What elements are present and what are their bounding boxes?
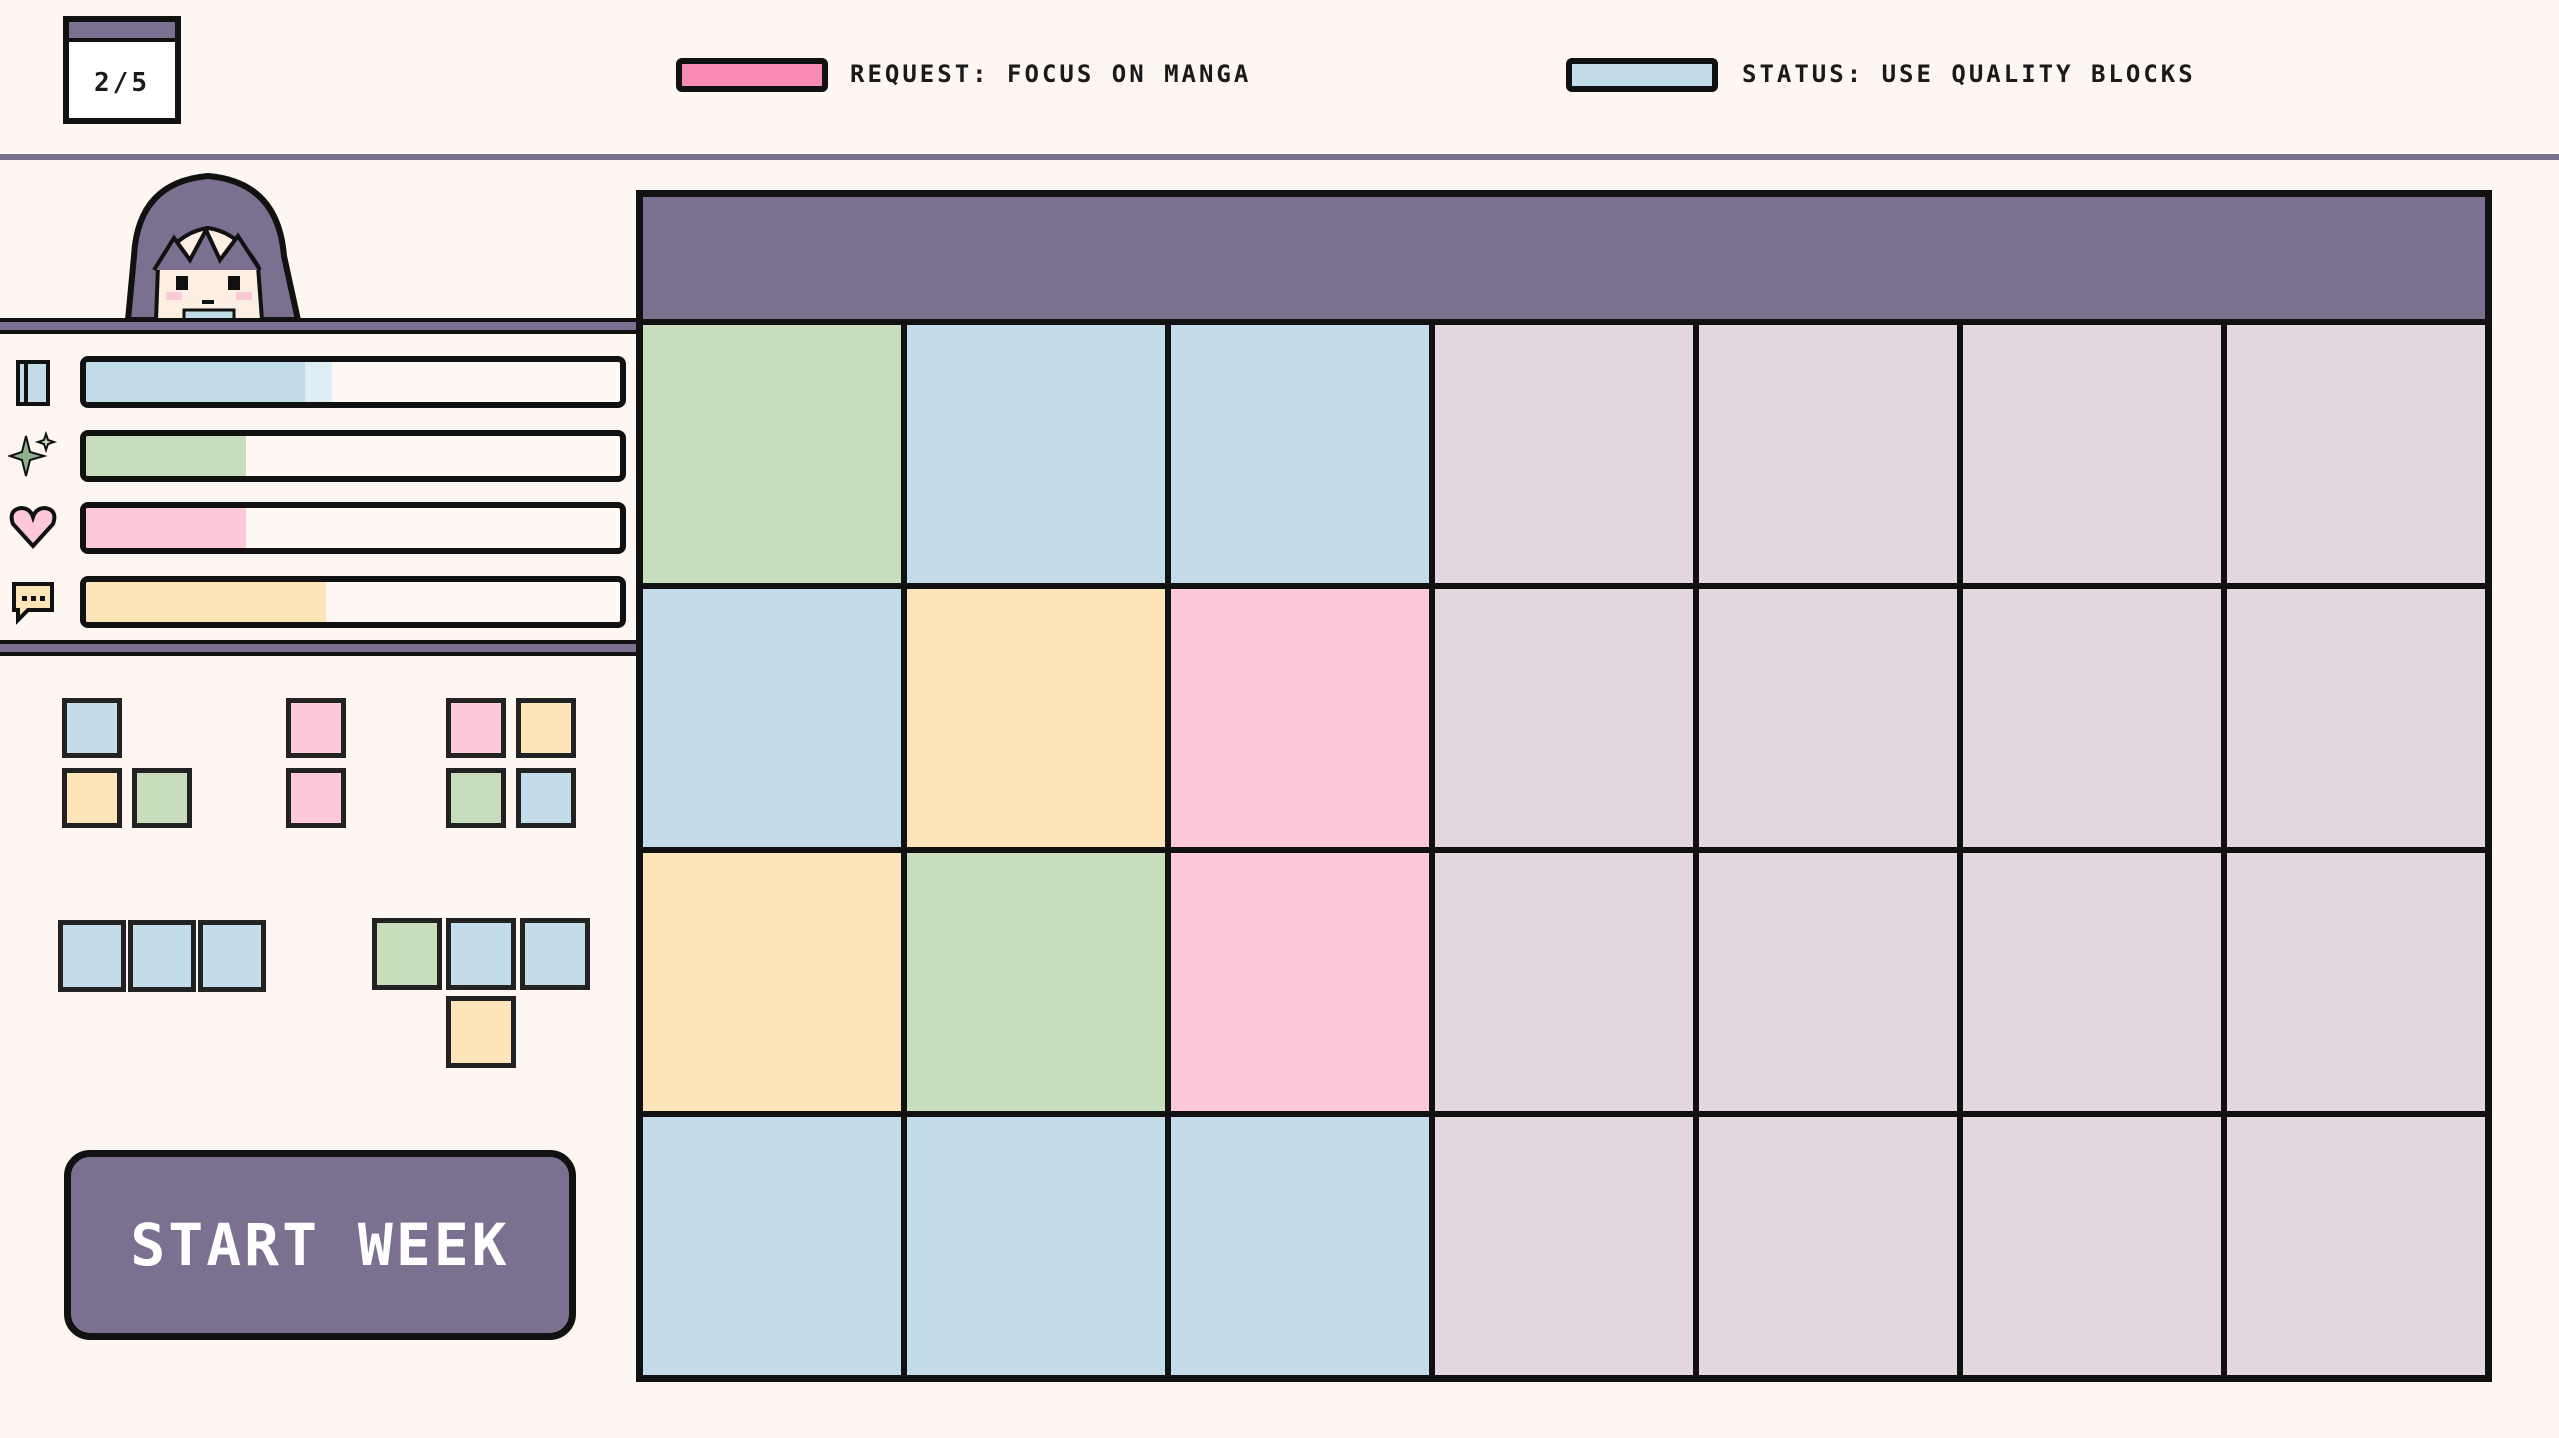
header-divider [0,154,2559,160]
grid-cell-pink[interactable] [1171,853,1429,1111]
grid-cell-empty[interactable] [1963,853,2221,1111]
block-blue[interactable] [516,768,576,828]
stat-bar-fill [86,436,247,476]
character-portrait [124,172,302,320]
grid-cell-empty[interactable] [1699,853,1957,1111]
block-pink[interactable] [286,768,346,828]
stat-bar-social [80,576,626,628]
grid-cell-empty[interactable] [1699,325,1957,583]
grid-cell-empty[interactable] [1699,589,1957,847]
block-yellow[interactable] [62,768,122,828]
grid-cell-empty[interactable] [1435,1117,1693,1375]
block-green[interactable] [132,768,192,828]
speech-bubble-icon [12,582,54,625]
block-pink[interactable] [286,698,346,758]
stat-bar-fill [86,362,305,402]
grid-cell-empty[interactable] [2227,1117,2485,1375]
grid-cell-blue[interactable] [643,1117,901,1375]
block-piece[interactable] [286,698,350,834]
stat-bar-love [80,502,626,554]
grid-cell-blue[interactable] [643,589,901,847]
sparkle-icon [8,430,58,477]
grid-cell-yellow[interactable] [907,589,1165,847]
calendar-icon: 2/5 [63,16,181,124]
calendar-binding [69,22,175,42]
grid-cell-blue[interactable] [1171,325,1429,583]
stats-panel-top-border [0,318,638,334]
grid-cell-empty[interactable] [1435,325,1693,583]
stat-bar-fill [86,508,247,548]
grid-cell-blue[interactable] [907,325,1165,583]
block-yellow[interactable] [516,698,576,758]
block-pink[interactable] [446,698,506,758]
block-piece[interactable] [372,918,590,1070]
grid-cell-blue[interactable] [1171,1117,1429,1375]
grid-cell-empty[interactable] [1435,853,1693,1111]
stat-bar-manga [80,356,626,408]
block-green[interactable] [372,918,442,990]
day-counter: 2/5 [94,68,150,98]
stat-bar-fill [86,582,327,622]
block-blue[interactable] [128,920,196,992]
schedule-grid [636,190,2492,1382]
grid-cell-yellow[interactable] [643,853,901,1111]
schedule-grid-cells [643,325,2485,1375]
grid-cell-empty[interactable] [2227,589,2485,847]
block-piece[interactable] [446,698,582,834]
grid-cell-green[interactable] [643,325,901,583]
block-blue[interactable] [198,920,266,992]
block-blue[interactable] [58,920,126,992]
status-label: STATUS: USE QUALITY BLOCKS [1742,60,2196,88]
request-label: REQUEST: FOCUS ON MANGA [850,60,1252,88]
grid-cell-empty[interactable] [1963,325,2221,583]
grid-cell-blue[interactable] [907,1117,1165,1375]
block-yellow[interactable] [446,996,516,1068]
block-green[interactable] [446,768,506,828]
grid-cell-green[interactable] [907,853,1165,1111]
grid-cell-empty[interactable] [2227,853,2485,1111]
stats-panel-bottom-border [0,640,638,656]
grid-cell-empty[interactable] [2227,325,2485,583]
grid-cell-empty[interactable] [1963,1117,2221,1375]
stat-bar-creativity [80,430,626,482]
block-blue[interactable] [62,698,122,758]
book-icon [16,360,50,406]
request-swatch [676,58,828,92]
block-piece[interactable] [58,920,268,992]
start-week-button[interactable]: START WEEK [64,1150,576,1340]
grid-cell-empty[interactable] [1435,589,1693,847]
block-blue[interactable] [520,918,590,990]
schedule-grid-header [643,197,2485,325]
grid-cell-pink[interactable] [1171,589,1429,847]
status-swatch [1566,58,1718,92]
block-blue[interactable] [446,918,516,990]
grid-cell-empty[interactable] [1699,1117,1957,1375]
grid-cell-empty[interactable] [1963,589,2221,847]
heart-icon [9,505,57,549]
block-piece[interactable] [62,698,202,834]
